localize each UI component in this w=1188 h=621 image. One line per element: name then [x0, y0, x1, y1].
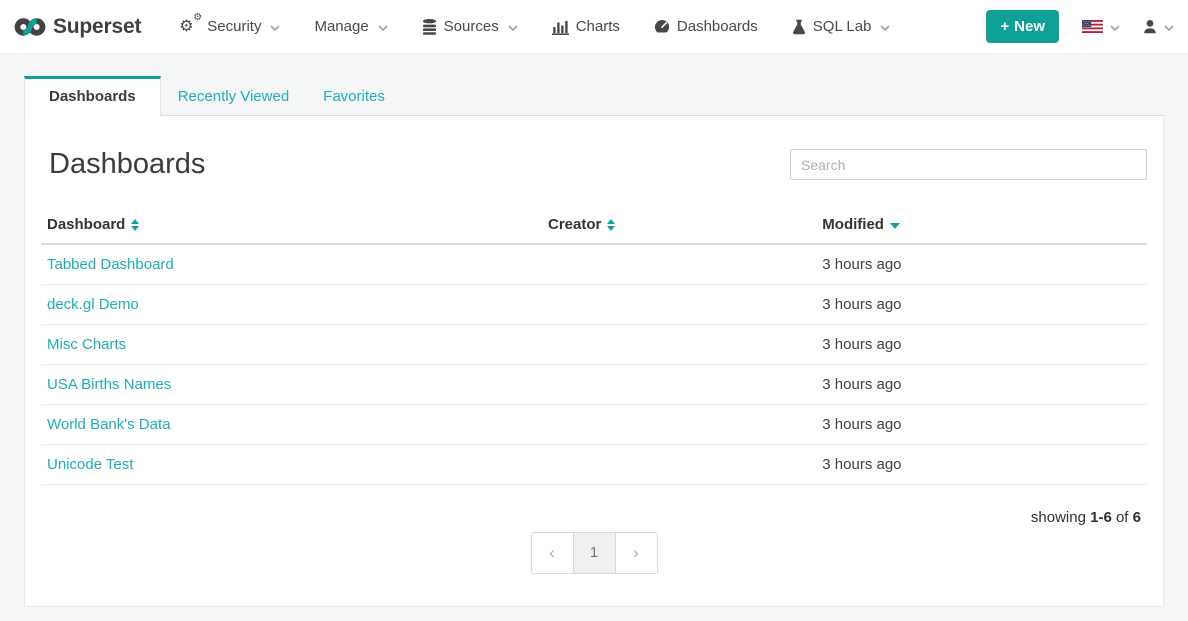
dashboard-link[interactable]: USA Births Names: [47, 376, 171, 393]
table-row: Unicode Test 3 hours ago: [41, 445, 1147, 485]
navbar-right: + New: [986, 10, 1174, 43]
table-row: Misc Charts 3 hours ago: [41, 325, 1147, 365]
chevron-down-icon: [270, 25, 280, 31]
creator-cell: [542, 365, 816, 405]
table-row: USA Births Names 3 hours ago: [41, 365, 1147, 405]
modified-cell: 3 hours ago: [816, 445, 1147, 485]
creator-cell: [542, 325, 816, 365]
chevron-down-icon: [1164, 25, 1174, 31]
nav-item-sql-lab[interactable]: SQL Lab: [792, 18, 891, 35]
search-input[interactable]: [790, 149, 1147, 180]
table-body: Tabbed Dashboard 3 hours ago deck.gl Demo 3…: [41, 244, 1147, 485]
main-content: Dashboards Recently Viewed Favorites Das…: [24, 74, 1164, 607]
showing-summary: showing 1-6 of 6: [41, 509, 1147, 526]
flask-icon: [792, 19, 806, 35]
dashboard-link[interactable]: deck.gl Demo: [47, 296, 139, 313]
chevron-down-icon: [378, 25, 388, 31]
modified-cell: 3 hours ago: [816, 244, 1147, 285]
nav-item-manage[interactable]: Manage: [314, 18, 387, 35]
modified-cell: 3 hours ago: [816, 405, 1147, 445]
pagination-next-button[interactable]: ›: [615, 532, 658, 574]
sort-icon: [131, 219, 139, 231]
chevron-down-icon: [508, 25, 518, 31]
new-button[interactable]: + New: [986, 10, 1059, 43]
modified-cell: 3 hours ago: [816, 365, 1147, 405]
tab-bar: Dashboards Recently Viewed Favorites: [24, 74, 1164, 116]
table-row: Tabbed Dashboard 3 hours ago: [41, 244, 1147, 285]
creator-cell: [542, 285, 816, 325]
column-header-modified[interactable]: Modified: [816, 207, 1147, 244]
dashboards-panel: Dashboards Dashboard Creator: [24, 116, 1164, 607]
sort-desc-icon: [890, 223, 900, 229]
nav-item-sources[interactable]: Sources: [422, 18, 518, 35]
tab-recently-viewed[interactable]: Recently Viewed: [161, 78, 306, 115]
column-header-dashboard[interactable]: Dashboard: [41, 207, 542, 244]
sort-icon: [607, 219, 615, 231]
user-icon: [1143, 19, 1157, 34]
us-flag-icon: [1082, 20, 1103, 33]
brand-name: Superset: [53, 15, 141, 39]
language-menu[interactable]: [1082, 20, 1120, 33]
tab-favorites[interactable]: Favorites: [306, 78, 402, 115]
database-icon: [422, 19, 437, 35]
infinity-logo-icon: [14, 17, 46, 37]
creator-cell: [542, 445, 816, 485]
creator-cell: [542, 405, 816, 445]
nav-item-label: Dashboards: [677, 18, 758, 35]
dashboard-link[interactable]: Unicode Test: [47, 456, 133, 473]
dashboard-link[interactable]: World Bank's Data: [47, 416, 170, 433]
pagination-prev-button[interactable]: ‹: [531, 532, 574, 574]
column-header-creator[interactable]: Creator: [542, 207, 816, 244]
nav-item-security[interactable]: ⚙⚙ Security: [180, 17, 280, 37]
nav-item-label: SQL Lab: [813, 18, 872, 35]
creator-cell: [542, 244, 816, 285]
nav-item-label: Manage: [314, 18, 368, 35]
gauge-icon: [654, 19, 670, 34]
cogs-icon: ⚙⚙: [180, 17, 200, 37]
nav-item-dashboards[interactable]: Dashboards: [654, 18, 758, 35]
user-menu[interactable]: [1143, 19, 1174, 34]
dashboard-link[interactable]: Misc Charts: [47, 336, 126, 353]
table-header-row: Dashboard Creator Modified: [41, 207, 1147, 244]
superset-logo[interactable]: Superset: [14, 15, 141, 39]
table-row: World Bank's Data 3 hours ago: [41, 405, 1147, 445]
pagination-page-1[interactable]: 1: [573, 532, 616, 574]
dashboards-table: Dashboard Creator Modified: [41, 207, 1147, 485]
tab-dashboards[interactable]: Dashboards: [24, 76, 161, 116]
dashboard-link[interactable]: Tabbed Dashboard: [47, 256, 174, 273]
page-title: Dashboards: [41, 148, 205, 181]
navbar: Superset ⚙⚙ Security Manage: [0, 0, 1188, 54]
pagination: ‹ 1 ›: [41, 532, 1147, 574]
plus-icon: +: [1000, 18, 1009, 35]
nav-item-label: Charts: [576, 18, 620, 35]
modified-cell: 3 hours ago: [816, 325, 1147, 365]
nav-item-charts[interactable]: Charts: [552, 18, 620, 35]
modified-cell: 3 hours ago: [816, 285, 1147, 325]
panel-header: Dashboards: [41, 148, 1147, 181]
nav-item-label: Sources: [444, 18, 499, 35]
nav-item-label: Security: [207, 18, 261, 35]
chevron-down-icon: [880, 25, 890, 31]
table-row: deck.gl Demo 3 hours ago: [41, 285, 1147, 325]
chevron-down-icon: [1110, 25, 1120, 31]
bar-chart-icon: [552, 19, 569, 35]
nav-menu: ⚙⚙ Security Manage Sources: [163, 17, 907, 37]
